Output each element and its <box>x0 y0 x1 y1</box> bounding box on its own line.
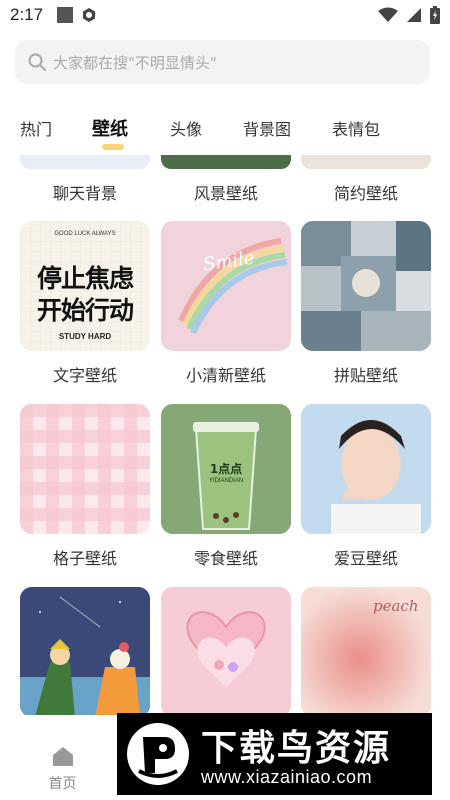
text-wallpaper-thumb[interactable]: GOOD LUCK ALWAYS 停止焦虑 开始行动 STUDY HARD <box>20 221 150 351</box>
search-icon <box>28 53 46 71</box>
simple-wallpaper-thumb[interactable] <box>301 155 431 169</box>
idol-wallpaper-thumb[interactable] <box>301 404 431 534</box>
battery-icon <box>430 6 440 24</box>
tab-avatar[interactable]: 头像 <box>170 112 202 148</box>
status-bar: 2:17 <box>0 0 450 30</box>
category-label[interactable]: 简约壁纸 <box>291 180 441 204</box>
idol-portrait-art <box>301 404 431 534</box>
text-thumb-top: GOOD LUCK ALWAYS <box>54 231 116 237</box>
wifi-icon <box>378 7 398 22</box>
snack-wallpaper-thumb[interactable]: 1点点 YIDIANDIAN <box>161 404 291 534</box>
category-label[interactable]: 聊天背景 <box>10 180 160 204</box>
notification-square-icon <box>57 7 74 23</box>
tab-active-indicator <box>102 144 124 150</box>
scenery-wallpaper-thumb[interactable] <box>161 155 291 169</box>
collage-art <box>301 221 431 351</box>
peach-thumb[interactable]: peach <box>301 587 431 715</box>
peach-thumb-word: peach <box>373 597 419 615</box>
fresh-wallpaper-thumb[interactable]: Smile <box>161 221 291 351</box>
signal-icon <box>407 8 421 22</box>
category-label[interactable]: 格子壁纸 <box>10 545 160 569</box>
home-icon <box>52 747 73 766</box>
little-prince-art <box>20 587 150 715</box>
app-notification-icon <box>83 8 96 22</box>
watermark-banner: 下载鸟资源 www.xiazainiao.com <box>117 713 432 795</box>
tab-background[interactable]: 背景图 <box>243 112 291 148</box>
nav-home-label: 首页 <box>48 776 77 792</box>
text-thumb-line2: 开始行动 <box>36 296 134 325</box>
watermark-title: 下载鸟资源 <box>201 728 392 769</box>
text-thumb-line1: 停止焦虑 <box>36 264 134 293</box>
collage-wallpaper-thumb[interactable] <box>301 221 431 351</box>
plaid-art <box>20 404 150 534</box>
category-label[interactable]: 爱豆壁纸 <box>291 545 441 569</box>
chat-background-thumb[interactable] <box>20 155 150 169</box>
heart-compact-art <box>161 587 291 715</box>
makeup-thumb[interactable] <box>161 587 291 715</box>
search-input[interactable]: 大家都在搜"不明显情头" <box>15 40 430 84</box>
nav-home[interactable]: 首页 <box>40 745 85 793</box>
category-label[interactable]: 风景壁纸 <box>151 180 301 204</box>
bird-logo-icon <box>127 723 189 785</box>
grid-wallpaper-thumb[interactable] <box>20 404 150 534</box>
tab-stickers[interactable]: 表情包 <box>332 112 380 148</box>
category-label[interactable]: 文字壁纸 <box>10 362 160 386</box>
tab-hot[interactable]: 热门 <box>20 112 52 148</box>
category-label[interactable]: 零食壁纸 <box>151 545 301 569</box>
tab-wallpaper[interactable]: 壁纸 <box>92 112 128 150</box>
little-prince-thumb[interactable] <box>20 587 150 715</box>
search-placeholder: 大家都在搜"不明显情头" <box>53 53 217 72</box>
category-tabs: 热门 壁纸 头像 背景图 表情包 <box>0 112 450 152</box>
text-thumb-bottom: STUDY HARD <box>58 332 112 341</box>
tab-wallpaper-label: 壁纸 <box>92 119 128 140</box>
category-label[interactable]: 小清新壁纸 <box>151 362 301 386</box>
snack-thumb-brand: 1点点 <box>209 462 243 476</box>
status-time: 2:17 <box>10 5 44 24</box>
watermark-url: www.xiazainiao.com <box>201 767 373 787</box>
rainbow-art <box>178 238 288 335</box>
category-label[interactable]: 拼贴壁纸 <box>291 362 441 386</box>
snack-thumb-sub: YIDIANDIAN <box>208 478 244 484</box>
wallpaper-grid: 聊天背景 风景壁纸 简约壁纸 GOOD LUCK ALWAYS 停止焦虑 开始行… <box>0 155 450 715</box>
